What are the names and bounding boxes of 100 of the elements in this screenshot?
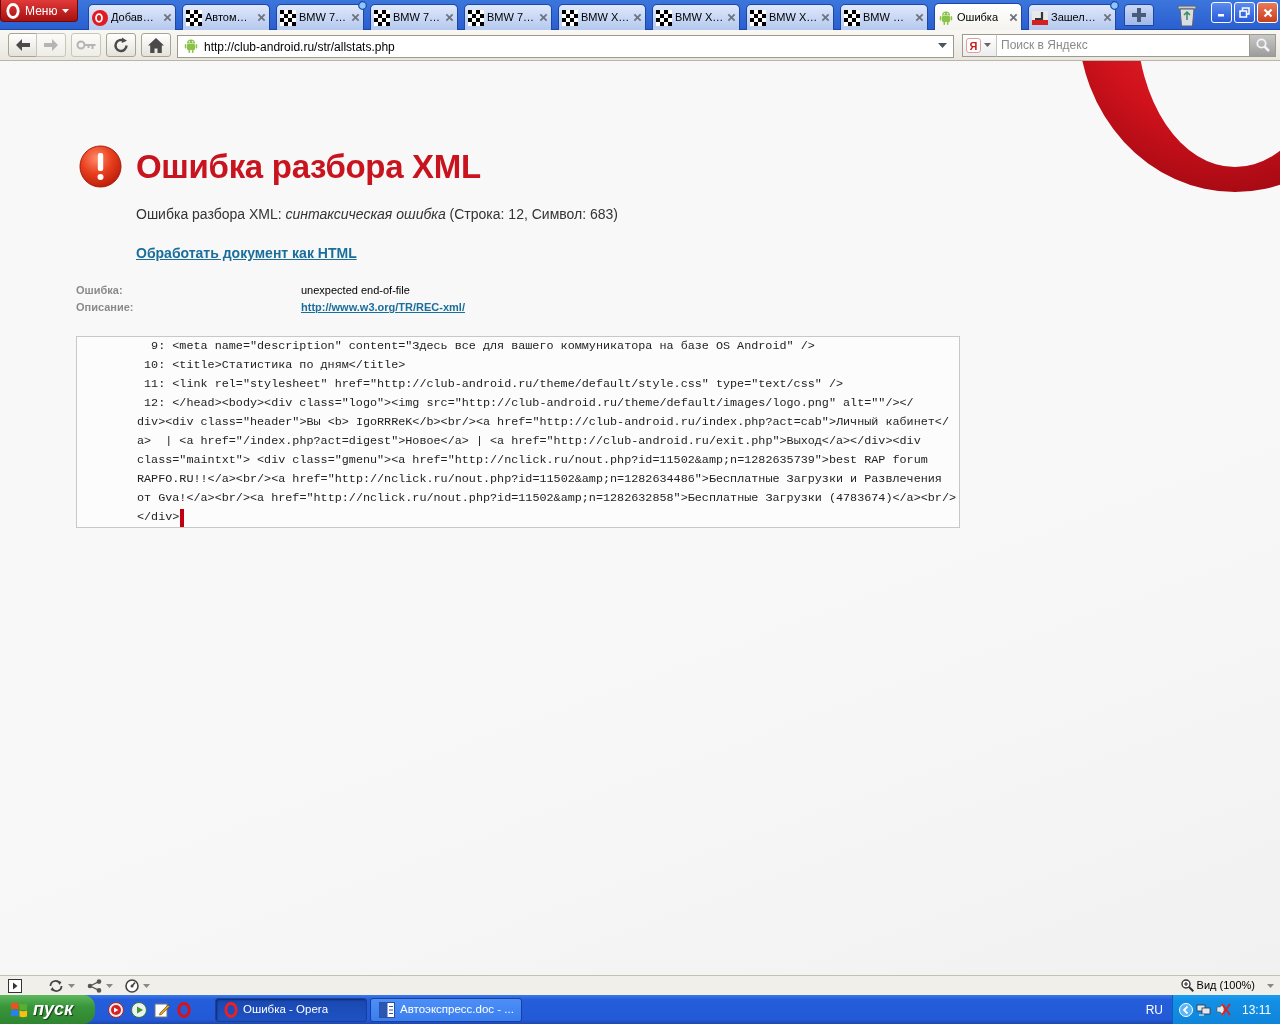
reload-button[interactable]: [106, 33, 136, 57]
detail-value: unexpected end-of-file: [301, 283, 410, 299]
menu-button[interactable]: Меню: [0, 0, 78, 22]
checkered-icon: [844, 9, 860, 26]
line-number: 11:: [143, 376, 166, 393]
address-field[interactable]: http://club-android.ru/str/allstats.php: [177, 35, 954, 58]
new-tab-button[interactable]: [1124, 4, 1154, 26]
browser-tab[interactable]: BMW X…: [746, 4, 834, 30]
browser-tab[interactable]: Автом…: [182, 4, 270, 30]
zoom-button[interactable]: Вид (100%): [1180, 977, 1274, 994]
browser-tab[interactable]: Ошибка: [934, 3, 1022, 30]
close-icon[interactable]: [727, 13, 736, 22]
code-line: </head><body><div class="logo"><img src="http://club-android.ru/theme/default/images/logo.png" alt=""/></: [172, 395, 914, 412]
description-link[interactable]: http://www.w3.org/TR/REC-xml/: [301, 299, 465, 316]
close-icon[interactable]: [163, 13, 172, 22]
checkered-icon: [468, 9, 484, 26]
code-line: от Gva!</a><br/><a href="http://nclick.ru/nout.php?id=11502&amp;n=1282632858">Бесплатные Загрузки (4783674)</a><br/>: [137, 490, 957, 507]
site-logo-icon: [1032, 9, 1048, 26]
gauge-icon[interactable]: [125, 978, 139, 993]
code-line: <link rel="stylesheet" href="http://club-android.ru/theme/default/style.css" type="text/css" />: [172, 376, 844, 393]
back-button[interactable]: [8, 33, 37, 57]
round-logo-icon: [92, 9, 108, 26]
close-button[interactable]: [1257, 2, 1278, 23]
flag-icon: [10, 1001, 28, 1018]
media-disc-icon[interactable]: [108, 1001, 124, 1018]
error-icon: [79, 145, 122, 188]
caret-icon: [1267, 983, 1274, 988]
browser-tab[interactable]: BMW 7…: [464, 4, 552, 30]
close-icon[interactable]: [1103, 13, 1112, 22]
line-number: 12:: [143, 395, 166, 412]
checkered-icon: [374, 9, 390, 26]
back-arrow-icon: [14, 38, 31, 52]
robot-icon: [938, 9, 954, 25]
pencil-icon[interactable]: [154, 1001, 170, 1018]
process-as-html-link[interactable]: Обработать документ как HTML: [136, 245, 357, 262]
muted-speaker-icon[interactable]: [1215, 1002, 1231, 1017]
restore-button[interactable]: [1234, 2, 1255, 23]
close-icon[interactable]: [915, 13, 924, 22]
line-number: 9:: [150, 338, 166, 355]
code-line: div><div class="header">Вы <b> IgoRRReK</b><br/><a href="http://club-android.ru/index.php?act=cab">Личный кабинет</: [137, 414, 949, 431]
language-indicator[interactable]: RU: [1145, 1000, 1163, 1019]
error-title: Ошибка разбора XML: [136, 147, 481, 187]
close-icon[interactable]: [821, 13, 830, 22]
code-line: <title>Статистика по дням</title>: [172, 357, 406, 374]
close-icon[interactable]: [1009, 12, 1018, 22]
plus-icon: [1132, 8, 1146, 22]
ring-logo-icon: [6, 2, 20, 19]
network-icon[interactable]: [1196, 1002, 1212, 1017]
taskbar-button[interactable]: Ошибка - Opera: [215, 997, 367, 1022]
clock: 13:11: [1242, 1001, 1272, 1019]
close-icon[interactable]: [539, 13, 548, 22]
chevron-icon[interactable]: [1179, 1002, 1193, 1017]
restore-icon: [1239, 7, 1250, 18]
caret-icon: [143, 983, 150, 988]
browser-tab[interactable]: Зашел…: [1028, 4, 1116, 30]
panel-toggle-icon[interactable]: [8, 978, 22, 993]
browser-tab[interactable]: BMW 7…: [370, 4, 458, 30]
search-button[interactable]: [1249, 33, 1276, 57]
detail-label: Описание:: [76, 300, 135, 316]
caret-icon: [68, 983, 75, 988]
home-icon: [148, 37, 164, 53]
nodes-icon[interactable]: [87, 978, 102, 993]
cycle-arrows-icon[interactable]: [48, 978, 64, 993]
code-line: class="maintxt"> <div class="gmenu"><a href="http://nclick.ru/nout.php?id=11502&amp;n=1282635739">best RAP forum: [137, 452, 928, 469]
start-button[interactable]: пуск: [0, 995, 95, 1024]
detail-label: Ошибка:: [76, 283, 124, 299]
search-engine-button[interactable]: Я: [962, 33, 997, 57]
trash-icon[interactable]: [1176, 3, 1198, 27]
code-line: </div>: [137, 509, 180, 526]
close-icon[interactable]: [633, 13, 642, 22]
dropdown-caret-icon[interactable]: [938, 42, 947, 48]
caret-icon: [984, 43, 991, 47]
browser-tab[interactable]: Добав…: [88, 4, 176, 30]
taskbar-button[interactable]: Автоэкспресс.doc - ...: [370, 997, 522, 1022]
close-icon[interactable]: [257, 13, 266, 22]
code-line: a> | <a href="/index.php?act=digest">Новое</a> | <a href="http://club-android.ru/exit.php">Выход</a></div><div: [137, 433, 921, 450]
checkered-icon: [186, 9, 202, 26]
browser-tab[interactable]: BMW X…: [652, 4, 740, 30]
checkered-icon: [280, 9, 296, 26]
code-line: RAPFO.RU!!</a><br/><a href="http://nclick.ru/nout.php?id=11502&amp;n=1282634486">Бесплатные Загрузки и Развлечения: [137, 471, 942, 488]
search-field[interactable]: Поиск в Яндекс: [997, 33, 1249, 57]
caret-icon: [106, 983, 113, 988]
forward-arrow-icon: [43, 38, 59, 52]
close-icon[interactable]: [445, 13, 454, 22]
checkered-icon: [562, 9, 578, 26]
minimize-button[interactable]: [1211, 2, 1232, 23]
checkered-icon: [750, 9, 766, 26]
caret-icon: [62, 8, 70, 13]
browser-tab[interactable]: BMW …: [840, 4, 928, 30]
browser-tab[interactable]: BMW 7…: [276, 4, 364, 30]
close-icon: [1262, 7, 1273, 18]
close-icon[interactable]: [351, 13, 360, 22]
browser-tab[interactable]: BMW X…: [558, 4, 646, 30]
search-icon: [1255, 38, 1270, 52]
home-button[interactable]: [141, 33, 171, 57]
code-line: <meta name="description" content="Здесь все для вашего коммуникатора на базе OS Android" />: [172, 338, 815, 355]
line-number: 10:: [143, 357, 166, 374]
reload-icon: [113, 37, 129, 53]
key-icon: [76, 40, 96, 50]
play-icon[interactable]: [131, 1001, 147, 1018]
